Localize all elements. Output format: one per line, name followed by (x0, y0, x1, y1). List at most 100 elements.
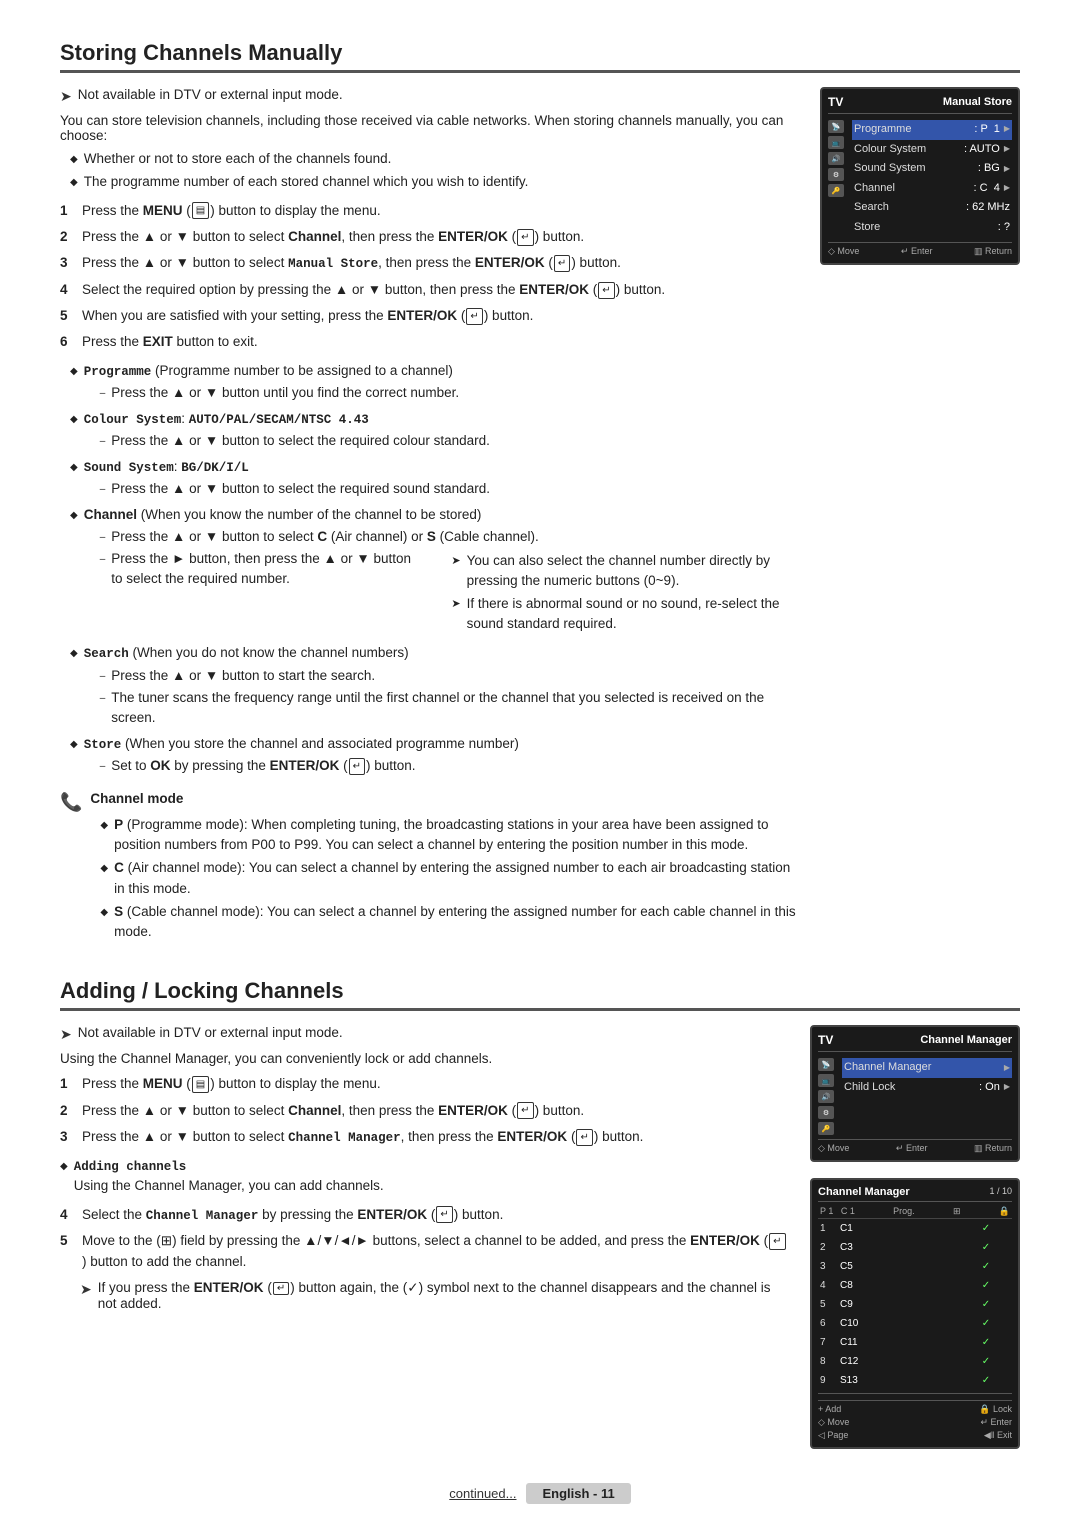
tv-cm-row-1: Channel Manager ▶ (842, 1058, 1012, 1078)
step-text-5: When you are satisfied with your setting… (82, 306, 533, 326)
step-num-1: 1 (60, 201, 74, 221)
detail-search: Search (When you do not know the channel… (70, 643, 800, 731)
add-note-arrow: ➤ (80, 1281, 92, 1298)
cm-check-6: ✓ (978, 1315, 994, 1332)
tv-rows-store: Programme : P 1 ▶ Colour System : AUTO ▶… (852, 120, 1012, 238)
tv-footer-return: ▥ Return (974, 246, 1012, 257)
tv-cm-icon-5: 🔑 (818, 1122, 834, 1135)
bottom-bar: continued... English - 11 (60, 1475, 1020, 1504)
channel-subsub-1: You can also select the channel number d… (451, 551, 800, 592)
step-2: 2 Press the ▲ or ▼ button to select Chan… (60, 227, 800, 247)
tv-icon-5: 🔑 (828, 184, 844, 197)
add-step-1: 1 Press the MENU (▤) button to display t… (60, 1074, 790, 1094)
cm-page-info: 1 / 10 (989, 1186, 1012, 1198)
storing-bullet-1: Whether or not to store each of the chan… (70, 149, 800, 169)
tv-value-programme: : P 1 ▶ (974, 121, 1010, 139)
tv-label-programme: Programme (854, 121, 911, 139)
tv-label-colour: Colour System (854, 141, 926, 159)
note-arrow-adding: ➤ (60, 1026, 72, 1043)
adding-steps-cont: 4 Select the Channel Manager by pressing… (60, 1205, 790, 1272)
tv-footer-manual-store: ◇ Move ↵ Enter ▥ Return (828, 242, 1012, 257)
section-title-storing: Storing Channels Manually (60, 40, 1020, 73)
cm-row-7: 7 C11 ✓ (818, 1333, 1012, 1352)
tv-box-manual-store: TV Manual Store 📡 📺 🔊 ⚙ 🔑 (820, 87, 1020, 265)
add-step-4: 4 Select the Channel Manager by pressing… (60, 1205, 790, 1226)
cm-prog-4: 4 (820, 1277, 840, 1294)
note-arrow-storing: ➤ (60, 88, 72, 105)
section-storing-channels: Storing Channels Manually ➤ Not availabl… (60, 40, 1020, 958)
tv-cm-value-1: ▶ (1004, 1059, 1010, 1077)
note-block-storing: ➤ Not available in DTV or external input… (60, 87, 800, 105)
tv-cm-top-body: 📡 📺 🔊 ⚙ 🔑 Channel Manager ▶ (818, 1058, 1012, 1135)
cm-check-4: ✓ (978, 1277, 994, 1294)
add-step-text-2: Press the ▲ or ▼ button to select Channe… (82, 1101, 584, 1121)
tv-screen-manual-store: TV Manual Store 📡 📺 🔊 ⚙ 🔑 (820, 87, 1020, 273)
note-text-adding: Not available in DTV or external input m… (78, 1025, 343, 1040)
cm-check-5: ✓ (978, 1296, 994, 1313)
detail-programme: Programme (Programme number to be assign… (70, 361, 800, 406)
cm-prog-2: 2 (820, 1239, 840, 1256)
tv-row-store-val: Store : ? (852, 218, 1012, 238)
cm-prog-8: 8 (820, 1353, 840, 1370)
step-1: 1 Press the MENU (▤) button to display t… (60, 201, 800, 221)
continued-link[interactable]: continued... (449, 1486, 516, 1501)
cm-col-p1c1: P 1 C 1 (820, 1206, 855, 1217)
cm-chan-2: C3 (840, 1239, 978, 1256)
tv-label-sound: Sound System (854, 160, 926, 178)
add-step-num-5: 5 (60, 1231, 74, 1272)
cm-check-7: ✓ (978, 1334, 994, 1351)
programme-sub-1: Press the ▲ or ▼ button until you find t… (100, 383, 459, 403)
tv-logo-cm-top: TV (818, 1033, 833, 1047)
colour-subs: Press the ▲ or ▼ button to select the re… (100, 431, 490, 451)
mode-p: P (Programme mode): When completing tuni… (100, 815, 800, 856)
intro-adding: Using the Channel Manager, you can conve… (60, 1051, 790, 1066)
cm-chan-9: S13 (840, 1372, 978, 1389)
add-note-enterok: ➤ If you press the ENTER/OK (↵) button a… (80, 1280, 790, 1311)
tv-row-programme: Programme : P 1 ▶ (852, 120, 1012, 140)
step-text-3: Press the ▲ or ▼ button to select Manual… (82, 253, 621, 274)
tv-cm-icon-2: 📺 (818, 1074, 834, 1087)
tv-box-cm-top: TV Channel Manager 📡 📺 🔊 ⚙ 🔑 (810, 1025, 1020, 1162)
step-4: 4 Select the required option by pressing… (60, 280, 800, 300)
add-step-num-4: 4 (60, 1205, 74, 1226)
step-text-1: Press the MENU (▤) button to display the… (82, 201, 381, 221)
step-num-4: 4 (60, 280, 74, 300)
storing-bullet-2: The programme number of each stored chan… (70, 172, 800, 192)
tv-label-chan: Channel (854, 180, 895, 198)
detail-channel: Channel (When you know the number of the… (70, 505, 800, 641)
store-subs: Set to OK by pressing the ENTER/OK (↵) b… (100, 756, 519, 776)
tv-row-search: Search : 62 MHz (852, 198, 1012, 218)
tv-value-search: : 62 MHz (966, 199, 1010, 217)
mode-c: C (Air channel mode): You can select a c… (100, 858, 800, 899)
cm-check-1: ✓ (978, 1220, 994, 1237)
cm-row-2: 2 C3 ✓ (818, 1238, 1012, 1257)
step-num-3: 3 (60, 253, 74, 274)
tv-header-manual-store: TV Manual Store (828, 95, 1012, 114)
storing-bullets: Whether or not to store each of the chan… (70, 149, 800, 193)
cm-footer-wrapper: + Add 🔒 Lock ◇ Move ↵ Enter ◁ Page ◀‖ Ex… (818, 1393, 1012, 1441)
tv-cm-top-rows: Channel Manager ▶ Child Lock : On ▶ (842, 1058, 1012, 1135)
detail-bullets-storing: Programme (Programme number to be assign… (70, 361, 800, 779)
section-content-row-storing: ➤ Not available in DTV or external input… (60, 87, 1020, 958)
cm-check-9: ✓ (978, 1372, 994, 1389)
programme-subs: Press the ▲ or ▼ button until you find t… (100, 383, 459, 403)
step-text-4: Select the required option by pressing t… (82, 280, 665, 300)
step-3: 3 Press the ▲ or ▼ button to select Manu… (60, 253, 800, 274)
cm-check-2: ✓ (978, 1239, 994, 1256)
mode-s: S (Cable channel mode): You can select a… (100, 902, 800, 943)
channel-subs: Press the ▲ or ▼ button to select C (Air… (100, 527, 800, 638)
tv-value-chan: : C 4 ▶ (974, 180, 1010, 198)
detail-store: Store (When you store the channel and as… (70, 734, 800, 779)
cm-footer-3: ◁ Page ◀‖ Exit (818, 1430, 1012, 1441)
cm-chan-7: C11 (840, 1334, 978, 1351)
tv-cm-top-icons: 📡 📺 🔊 ⚙ 🔑 (818, 1058, 834, 1135)
cm-prog-1: 1 (820, 1220, 840, 1237)
cm-prog-7: 7 (820, 1334, 840, 1351)
tv-value-store-val: : ? (998, 219, 1010, 237)
tv-footer-cm-return: ▥ Return (974, 1143, 1012, 1154)
detail-colour: Colour System: AUTO/PAL/SECAM/NTSC 4.43 … (70, 409, 800, 454)
tv-value-sound: : BG ▶ (978, 160, 1010, 178)
cm-col-lock: 🔒 (999, 1206, 1010, 1217)
tv-cm-label-1: Channel Manager (844, 1059, 931, 1077)
cm-prog-3: 3 (820, 1258, 840, 1275)
